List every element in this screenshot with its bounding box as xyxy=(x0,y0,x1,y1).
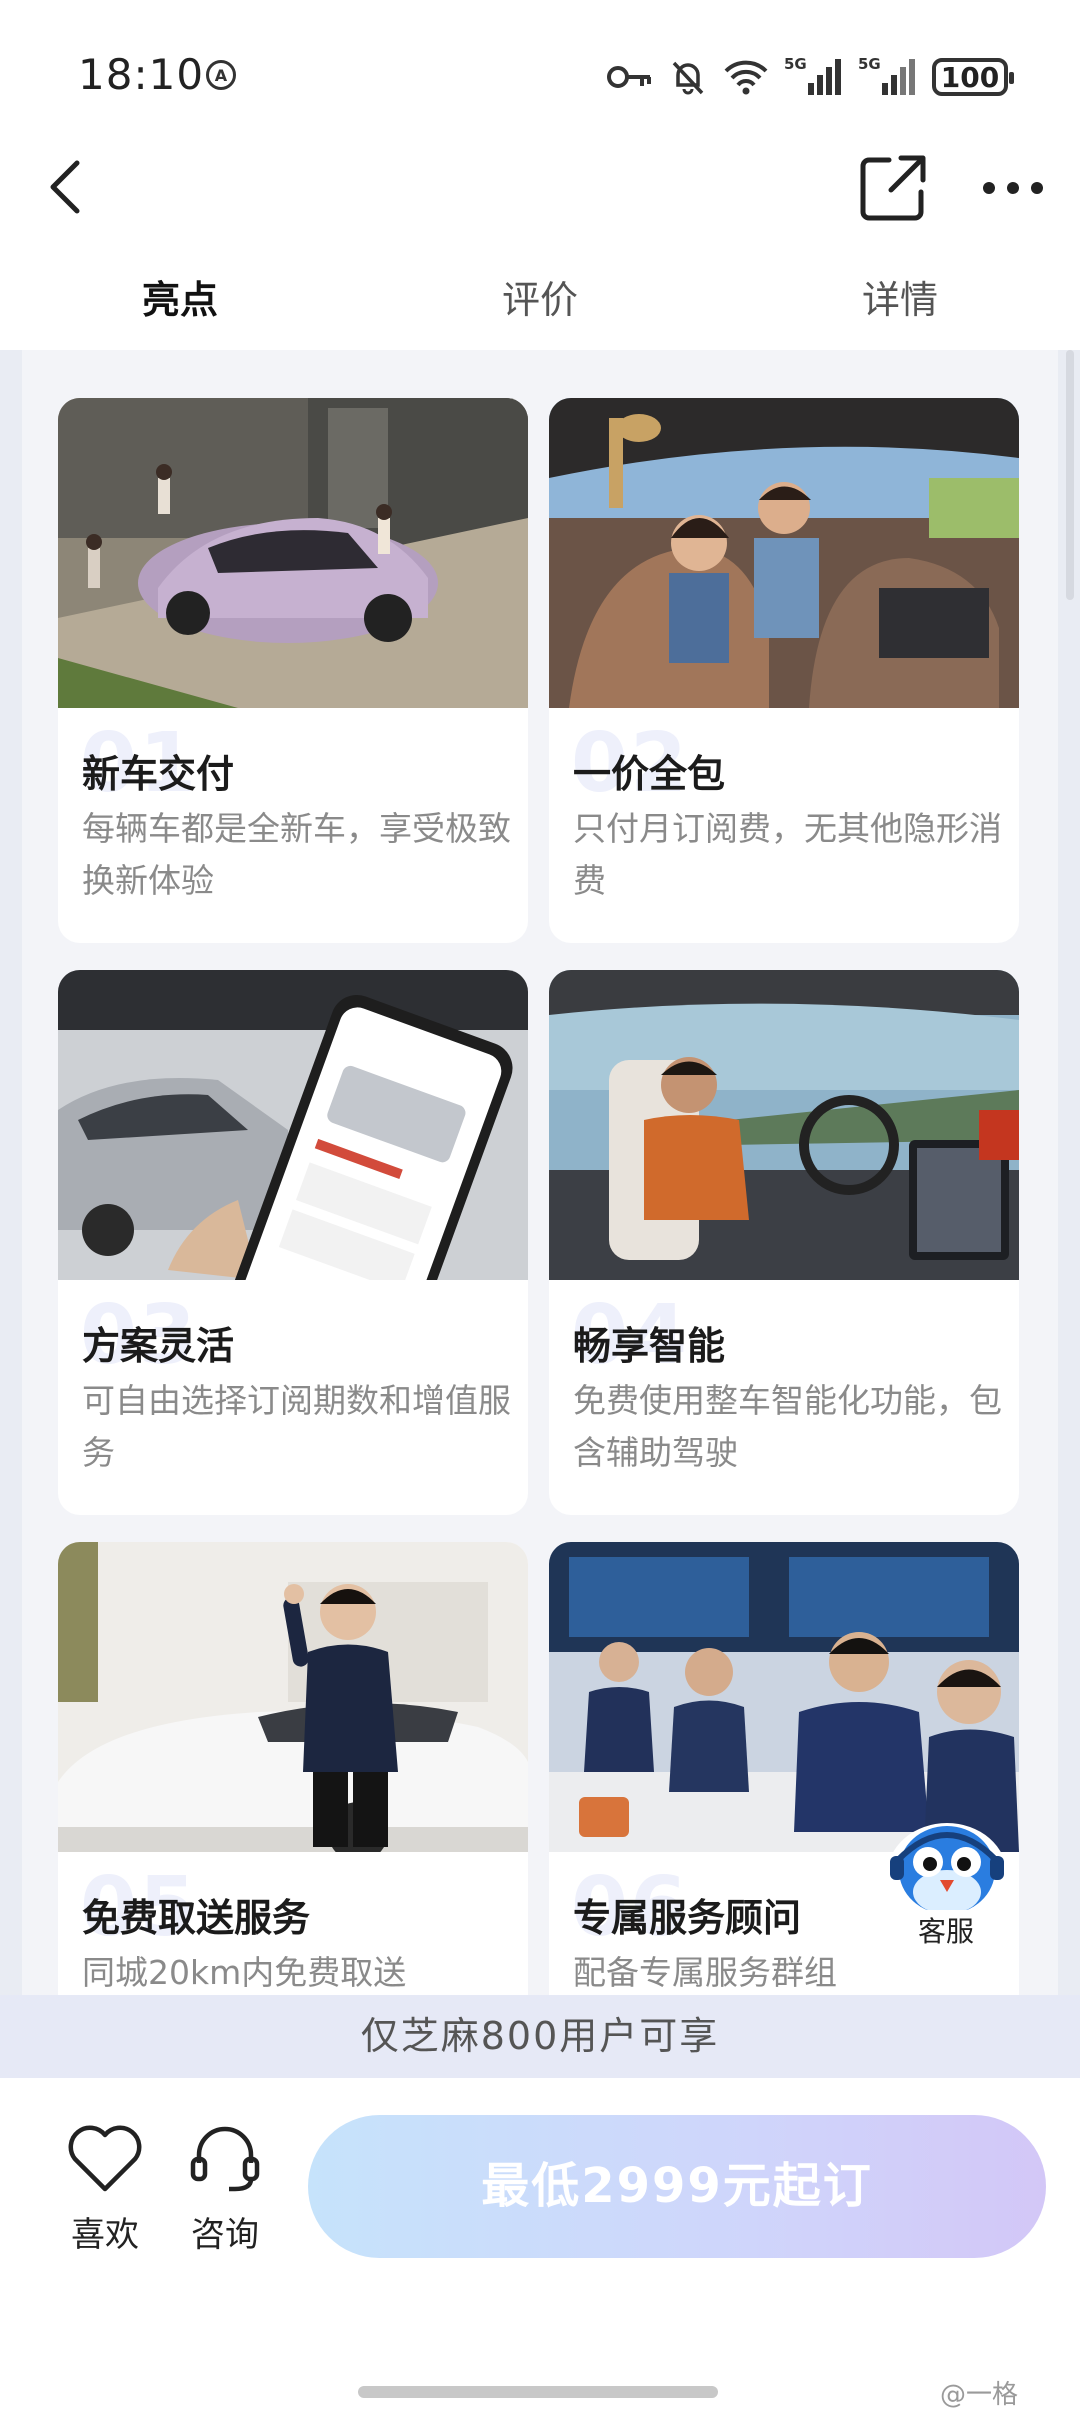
back-button[interactable] xyxy=(30,152,100,222)
customer-service-button[interactable]: 客服 xyxy=(868,1800,1026,1960)
bottom-bar: 喜欢 咨询 最低2999元起订 xyxy=(0,2078,1080,2420)
battery-icon: 100 xyxy=(932,58,1014,96)
feature-card[interactable]: 04 畅享智能 免费使用整车智能化功能，包含辅助驾驶 xyxy=(549,970,1019,1515)
home-indicator[interactable] xyxy=(358,2386,718,2398)
favorite-button[interactable]: 喜欢 xyxy=(50,2123,160,2256)
watermark: @一格 xyxy=(940,2380,1019,2410)
card-description: 每辆车都是全新车，享受极致换新体验 xyxy=(82,809,511,900)
nav-bar xyxy=(0,130,1080,250)
feature-card[interactable]: 01 新车交付 每辆车都是全新车，享受极致换新体验 xyxy=(58,398,528,943)
accessibility-icon: A xyxy=(206,60,236,90)
tab-details[interactable]: 详情 xyxy=(720,260,1080,350)
card-description: 同城20km内免费取送 xyxy=(82,1953,407,1992)
eligibility-notice: 仅芝麻800用户可享 xyxy=(0,1995,1080,2078)
tab-highlights[interactable]: 亮点 xyxy=(0,260,360,350)
card-description: 只付月订阅费，无其他隐形消费 xyxy=(573,809,1002,900)
key-icon xyxy=(607,66,651,88)
consult-button[interactable]: 咨询 xyxy=(170,2123,280,2256)
heart-icon xyxy=(68,2125,142,2192)
favorite-label: 喜欢 xyxy=(71,2215,139,2255)
status-bar: 18:10 A 5G 5G 100 xyxy=(0,0,1080,130)
tab-reviews[interactable]: 评价 xyxy=(360,260,720,350)
share-button[interactable] xyxy=(855,150,931,226)
card-description: 免费使用整车智能化功能，包含辅助驾驶 xyxy=(573,1381,1002,1472)
chevron-left-icon xyxy=(50,160,80,214)
card-description: 可自由选择订阅期数和增值服务 xyxy=(82,1381,511,1472)
svg-text:5G: 5G xyxy=(784,55,807,73)
wifi-icon xyxy=(724,60,768,95)
mute-bell-icon xyxy=(672,61,704,95)
feature-card[interactable]: 05 免费取送服务 同城20km内免费取送 xyxy=(58,1542,528,1995)
card-title: 专属服务顾问 xyxy=(573,1896,802,1940)
more-icon xyxy=(983,182,1043,194)
subscribe-button[interactable]: 最低2999元起订 xyxy=(308,2115,1046,2258)
card-title: 一价全包 xyxy=(573,752,726,796)
feature-card[interactable]: 02 一价全包 只付月订阅费，无其他隐形消费 xyxy=(549,398,1019,943)
signal-5g-icon: 5G xyxy=(858,55,915,95)
tab-bar: 亮点 评价 详情 xyxy=(0,260,1080,350)
card-image xyxy=(58,970,528,1280)
card-title: 畅享智能 xyxy=(573,1324,726,1368)
card-image xyxy=(58,1542,528,1852)
signal-5g-icon: 5G xyxy=(784,55,841,95)
scrollbar[interactable] xyxy=(1066,350,1074,600)
status-time: 18:10 xyxy=(78,50,205,99)
card-image xyxy=(549,398,1019,708)
share-icon xyxy=(860,155,926,221)
consult-label: 咨询 xyxy=(191,2215,259,2255)
card-image xyxy=(549,970,1019,1280)
highlights-content: 01 新车交付 每辆车都是全新车，享受极致换新体验 02 一价全包 只付月订阅费… xyxy=(0,350,1080,1995)
card-image xyxy=(58,398,528,708)
card-title: 方案灵活 xyxy=(82,1324,235,1368)
status-icons: 5G 5G 100 xyxy=(606,52,1014,102)
svg-text:5G: 5G xyxy=(858,55,881,73)
feature-card[interactable]: 03 方案灵活 可自由选择订阅期数和增值服务 xyxy=(58,970,528,1515)
more-button[interactable] xyxy=(975,150,1051,226)
card-title: 新车交付 xyxy=(82,752,235,796)
card-title: 免费取送服务 xyxy=(82,1896,311,1940)
customer-service-label: 客服 xyxy=(886,1910,1006,1954)
headset-icon xyxy=(190,2126,260,2192)
